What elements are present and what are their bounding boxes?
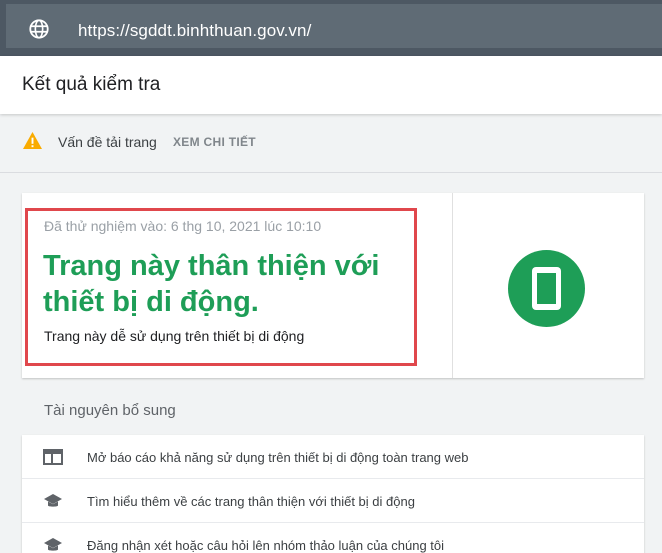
page-header: Kết quả kiểm tra	[0, 56, 662, 114]
graduation-cap-icon	[44, 538, 62, 551]
url-field[interactable]: https://sgddt.binhthuan.gov.vn/	[6, 4, 662, 48]
card-divider	[452, 193, 453, 378]
tested-date: Đã thử nghiệm vào: 6 thg 10, 2021 lúc 10…	[44, 218, 322, 234]
resources-title: Tài nguyên bổ sung	[44, 402, 176, 419]
resources-list: Mở báo cáo khả năng sử dụng trên thiết b…	[22, 435, 644, 553]
list-item-site-report[interactable]: Mở báo cáo khả năng sử dụng trên thiết b…	[22, 435, 644, 478]
list-item-learn-more[interactable]: Tìm hiểu thêm về các trang thân thiện vớ…	[22, 479, 644, 522]
globe-icon	[29, 19, 49, 39]
list-item-label: Tìm hiểu thêm về các trang thân thiện vớ…	[87, 494, 415, 509]
mobile-phone-icon	[532, 267, 561, 310]
view-details-link[interactable]: XEM CHI TIẾT	[173, 135, 256, 149]
list-item-label: Mở báo cáo khả năng sử dụng trên thiết b…	[87, 450, 469, 465]
result-card: Đã thử nghiệm vào: 6 thg 10, 2021 lúc 10…	[22, 193, 644, 378]
list-item-discussion[interactable]: Đăng nhận xét hoặc câu hỏi lên nhóm thảo…	[22, 523, 644, 553]
url-bar: https://sgddt.binhthuan.gov.vn/	[0, 0, 662, 56]
page-title: Kết quả kiểm tra	[22, 74, 161, 95]
result-subtitle: Trang này dễ sử dụng trên thiết bị di độ…	[44, 328, 305, 344]
graduation-cap-icon	[44, 494, 62, 507]
page-loading-issue: Vấn đề tải trang XEM CHI TIẾT	[0, 128, 662, 158]
url-text[interactable]: https://sgddt.binhthuan.gov.vn/	[78, 21, 311, 41]
web-report-icon	[43, 449, 63, 465]
result-title: Trang này thân thiện với thiết bị di độn…	[43, 250, 380, 318]
list-item-label: Đăng nhận xét hoặc câu hỏi lên nhóm thảo…	[87, 538, 445, 553]
issue-label: Vấn đề tải trang	[58, 134, 157, 150]
mobile-friendly-badge	[508, 250, 585, 327]
divider	[0, 172, 662, 173]
warning-icon	[23, 131, 42, 150]
